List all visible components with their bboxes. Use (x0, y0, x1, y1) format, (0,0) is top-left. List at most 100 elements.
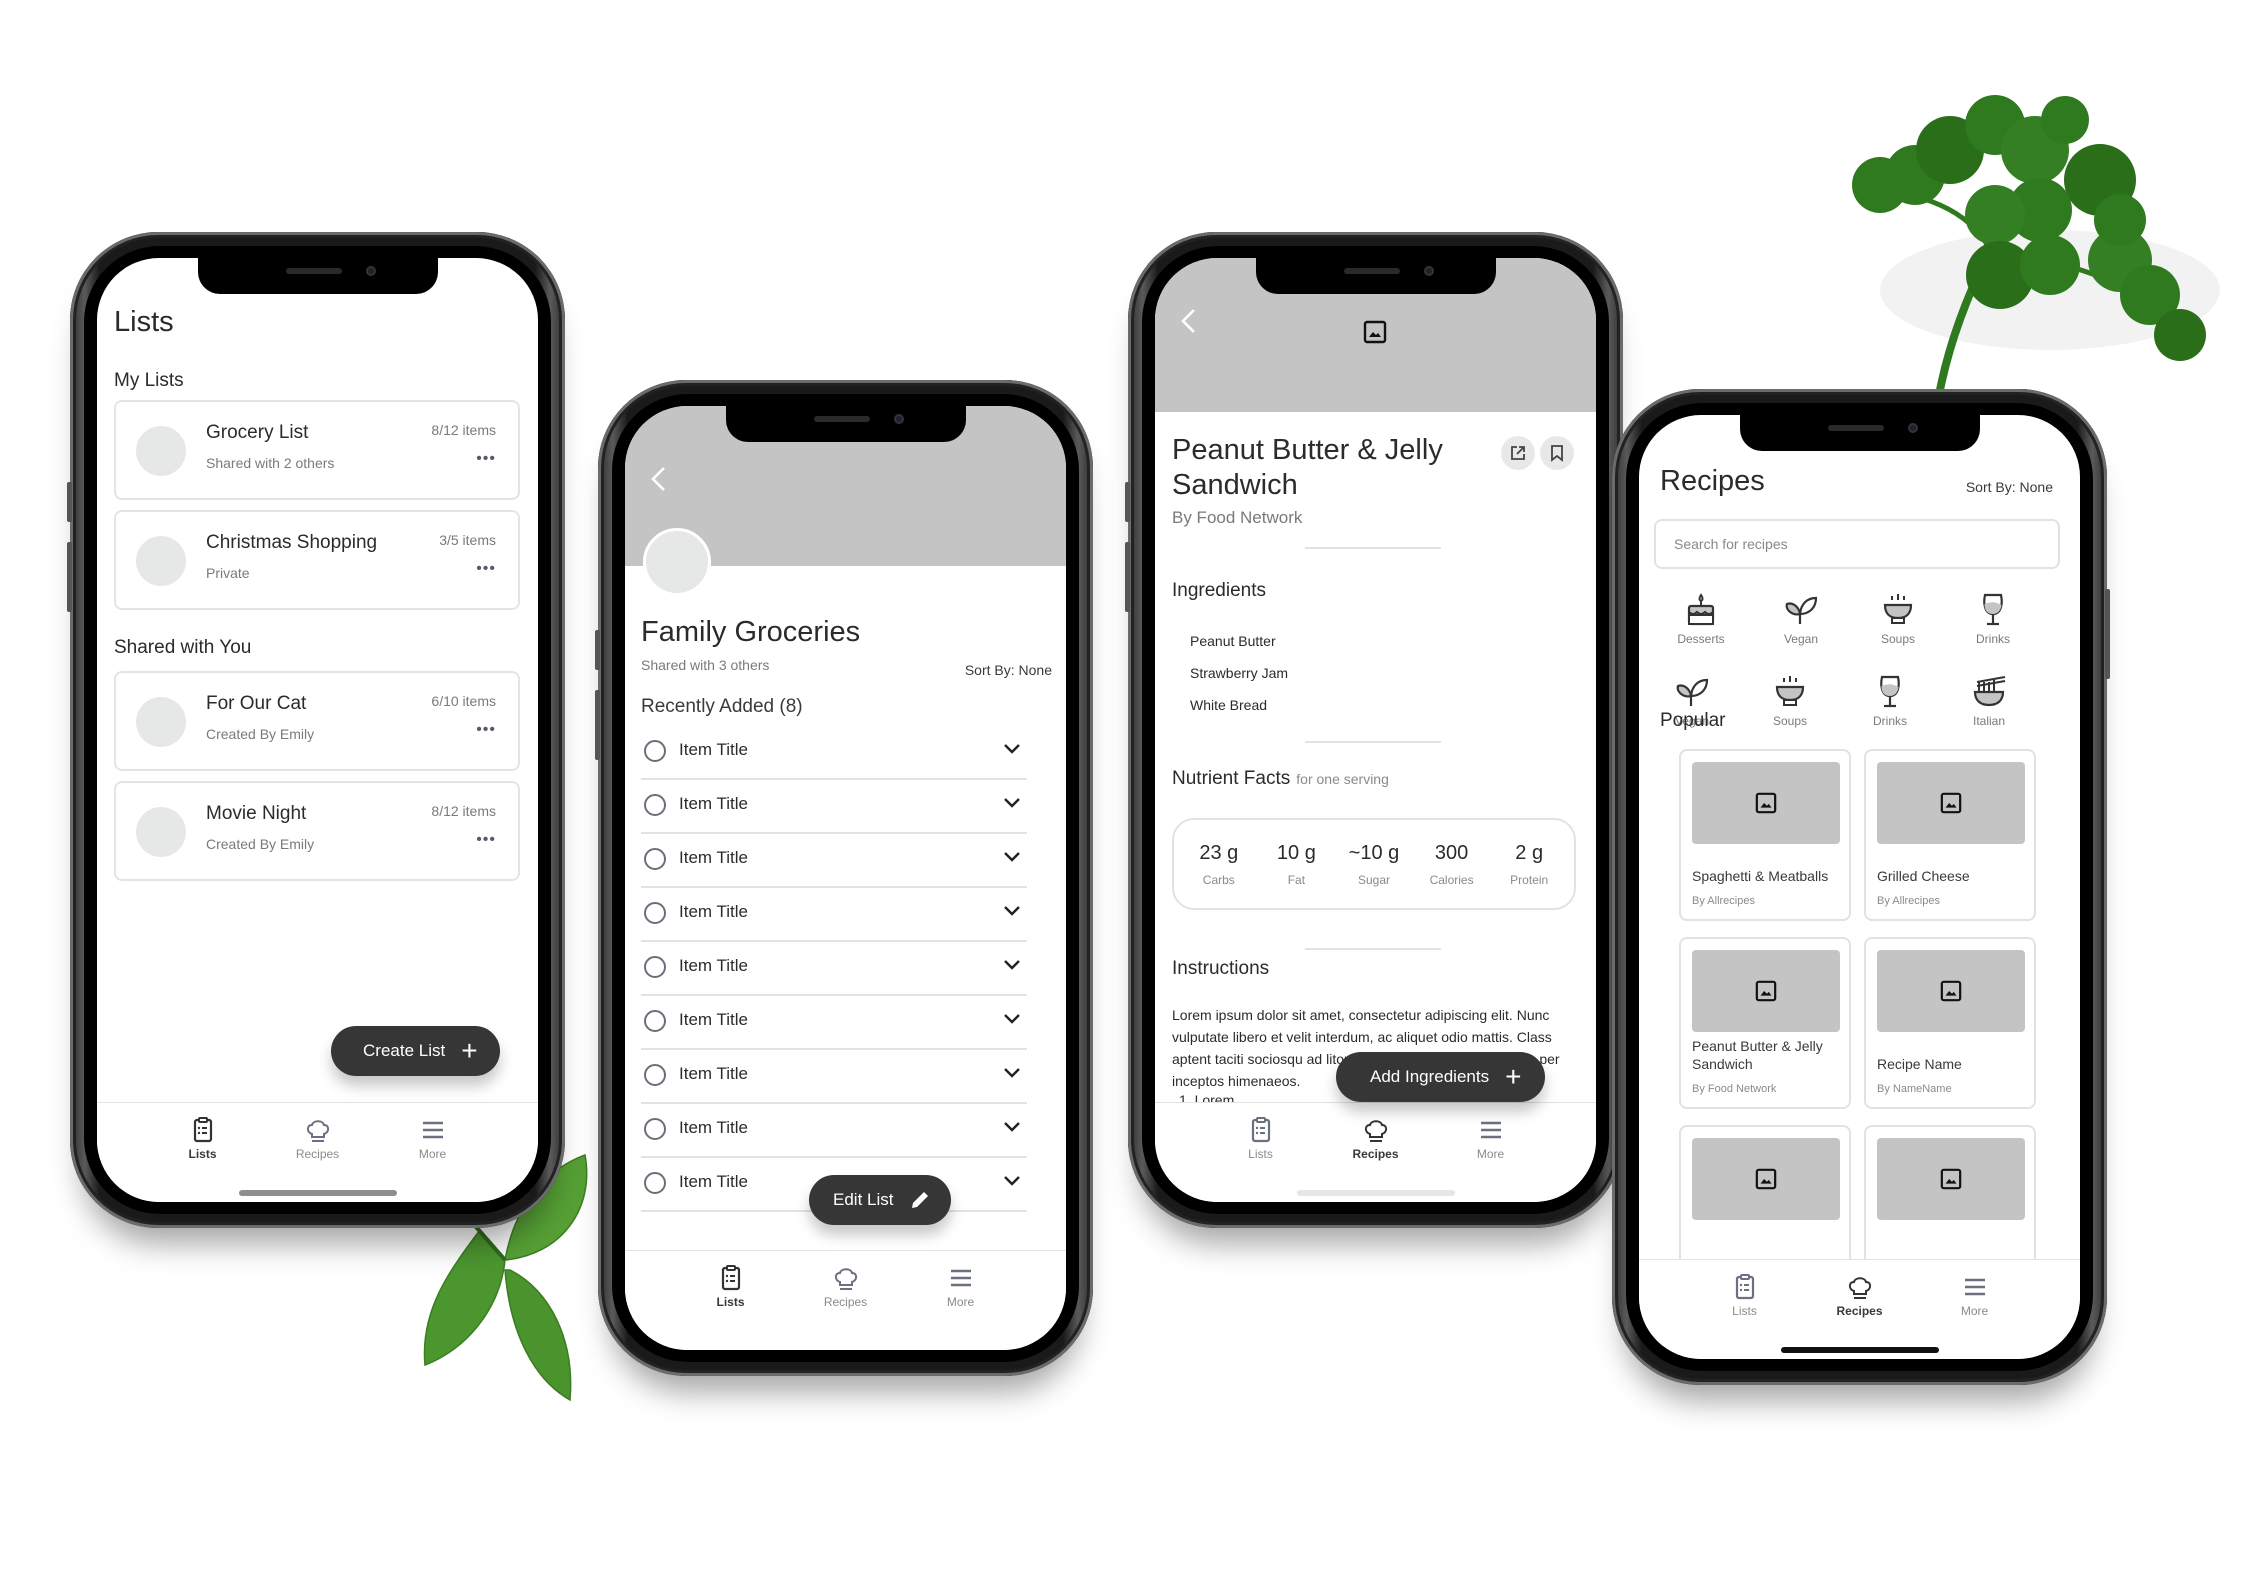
tab-lists[interactable]: Lists (1203, 1103, 1318, 1202)
edit-list-label: Edit List (833, 1190, 894, 1209)
recipe-card[interactable]: Peanut Butter & Jelly Sandwich By Food Ne… (1679, 937, 1851, 1109)
tab-recipes[interactable]: Recipes (1802, 1260, 1917, 1359)
page-title: Recipes (1660, 465, 1765, 497)
tab-lists[interactable]: Lists (145, 1103, 260, 1202)
tab-label: Lists (1248, 1147, 1273, 1161)
tab-label: Recipes (295, 1147, 340, 1161)
list-item-row[interactable]: Item Title (641, 1050, 1027, 1104)
list-item-row[interactable]: Item Title (641, 1104, 1027, 1158)
tab-more[interactable]: More (903, 1251, 1018, 1350)
recipe-name: Grilled Cheese (1877, 868, 1970, 884)
item-title: Item Title (679, 848, 748, 867)
create-list-button[interactable]: Create List + (331, 1026, 500, 1076)
chevron-down-icon[interactable] (1003, 1012, 1021, 1026)
tab-recipes[interactable]: Recipes (260, 1103, 375, 1202)
nutrient-facts-card: 23 g Carbs 10 g Fat ~10 g Sugar 300 Calories… (1172, 818, 1576, 910)
category-desserts[interactable]: Desserts (1661, 590, 1741, 646)
category-drinks[interactable]: Drinks (1850, 672, 1930, 728)
recipe-thumbnail (1877, 950, 2025, 1032)
chevron-down-icon[interactable] (1003, 1066, 1021, 1080)
chevron-down-icon[interactable] (1003, 1120, 1021, 1134)
home-indicator[interactable] (1296, 1190, 1455, 1196)
recipe-card[interactable]: Grilled Cheese By Allrecipes (1864, 749, 2036, 921)
edit-list-button[interactable]: Edit List (809, 1175, 952, 1225)
tab-more[interactable]: More (1433, 1103, 1548, 1202)
checkbox-circle[interactable] (644, 740, 666, 762)
nutrient-value: 10 g (1276, 841, 1316, 864)
back-chevron-icon[interactable] (647, 464, 671, 494)
list-card-christmas-shopping[interactable]: Christmas Shopping Private 3/5 items ••• (114, 510, 520, 610)
checkbox-circle[interactable] (644, 902, 666, 924)
category-vegan[interactable]: Vegan (1761, 590, 1841, 646)
chevron-down-icon[interactable] (1003, 958, 1021, 972)
chevron-down-icon[interactable] (1003, 850, 1021, 864)
recipe-card[interactable]: Spaghetti & Meatballs By Allrecipes (1679, 749, 1851, 921)
list-card-grocery-list[interactable]: Grocery List Shared with 2 others 8/12 i… (114, 400, 520, 500)
leaf-icon (1676, 678, 1709, 706)
recipe-thumbnail (1692, 1138, 1840, 1220)
image-placeholder-icon (1940, 792, 1962, 814)
category-italian[interactable]: Italian (1949, 672, 2029, 728)
recipe-detail-screen: Peanut Butter & Jelly Sandwich By Food N… (1155, 258, 1596, 1202)
tab-recipes[interactable]: Recipes (1318, 1103, 1433, 1202)
back-chevron-icon[interactable] (1177, 306, 1201, 336)
category-soups[interactable]: Soups (1858, 590, 1938, 646)
list-item-count: 8/12 items (431, 422, 496, 438)
more-options-icon[interactable]: ••• (476, 560, 496, 578)
chevron-down-icon[interactable] (1003, 742, 1021, 756)
checkbox-circle[interactable] (644, 1118, 666, 1140)
list-card-movie-night[interactable]: Movie Night Created By Emily 8/12 items … (114, 781, 520, 881)
list-subtitle: Shared with 2 others (206, 455, 335, 471)
tab-lists[interactable]: Lists (1687, 1260, 1802, 1359)
home-indicator[interactable] (238, 1190, 397, 1196)
category-drinks[interactable]: Drinks (1953, 590, 2033, 646)
pencil-icon (912, 1192, 929, 1208)
list-item-row[interactable]: Item Title (641, 780, 1027, 834)
nutrient-facts-label: Nutrient Facts (1172, 768, 1291, 789)
checkbox-circle[interactable] (644, 1010, 666, 1032)
nutrient-fat: 10 g Fat (1258, 842, 1334, 887)
checkbox-circle[interactable] (644, 794, 666, 816)
list-item-row[interactable]: Item Title (641, 888, 1027, 942)
more-options-icon[interactable]: ••• (476, 450, 496, 468)
divider (1305, 741, 1441, 743)
list-item-row[interactable]: Item Title (641, 942, 1027, 996)
bookmark-button[interactable] (1540, 436, 1574, 470)
list-item-row[interactable]: Item Title (641, 726, 1027, 780)
list-card-for-our-cat[interactable]: For Our Cat Created By Emily 6/10 items … (114, 671, 520, 771)
search-input[interactable] (1654, 519, 2060, 569)
checkbox-circle[interactable] (644, 956, 666, 978)
tab-label: More (1960, 1304, 1989, 1318)
checkbox-circle[interactable] (644, 1064, 666, 1086)
list-item-row[interactable]: Item Title (641, 996, 1027, 1050)
nutrient-label: Carbs (1202, 872, 1235, 887)
sort-by-dropdown[interactable]: Sort By: None (1966, 479, 2053, 495)
popular-heading: Popular (1660, 710, 1726, 731)
recipe-thumbnail (1692, 950, 1840, 1032)
more-options-icon[interactable]: ••• (476, 831, 496, 849)
chevron-down-icon[interactable] (1003, 904, 1021, 918)
tab-more[interactable]: More (375, 1103, 490, 1202)
chevron-down-icon[interactable] (1003, 1174, 1021, 1188)
image-placeholder-icon (1755, 1168, 1777, 1190)
list-name: Christmas Shopping (206, 532, 378, 553)
checkbox-circle[interactable] (644, 1172, 666, 1194)
share-button[interactable] (1501, 436, 1535, 470)
add-ingredients-button[interactable]: Add Ingredients + (1336, 1052, 1546, 1102)
checkbox-circle[interactable] (644, 848, 666, 870)
recipe-thumbnail (1692, 762, 1840, 844)
phone-recipe-detail-screen: Peanut Butter & Jelly Sandwich By Food N… (1125, 232, 1626, 1228)
tab-more[interactable]: More (1917, 1260, 2032, 1359)
more-options-icon[interactable]: ••• (476, 721, 496, 739)
list-item-count: 8/12 items (431, 803, 496, 819)
sort-by-dropdown[interactable]: Sort By: None (965, 662, 1052, 678)
home-indicator[interactable] (1780, 1347, 1939, 1353)
recipe-card[interactable]: Recipe Name By NameName (1864, 937, 2036, 1109)
tab-lists[interactable]: Lists (673, 1251, 788, 1350)
list-item-row[interactable]: Item Title (641, 834, 1027, 888)
tab-recipes[interactable]: Recipes (788, 1251, 903, 1350)
instructions-heading: Instructions (1172, 958, 1270, 979)
category-soups[interactable]: Soups (1750, 672, 1830, 728)
chevron-down-icon[interactable] (1003, 796, 1021, 810)
recipe-source: By Allrecipes (1692, 895, 1755, 907)
